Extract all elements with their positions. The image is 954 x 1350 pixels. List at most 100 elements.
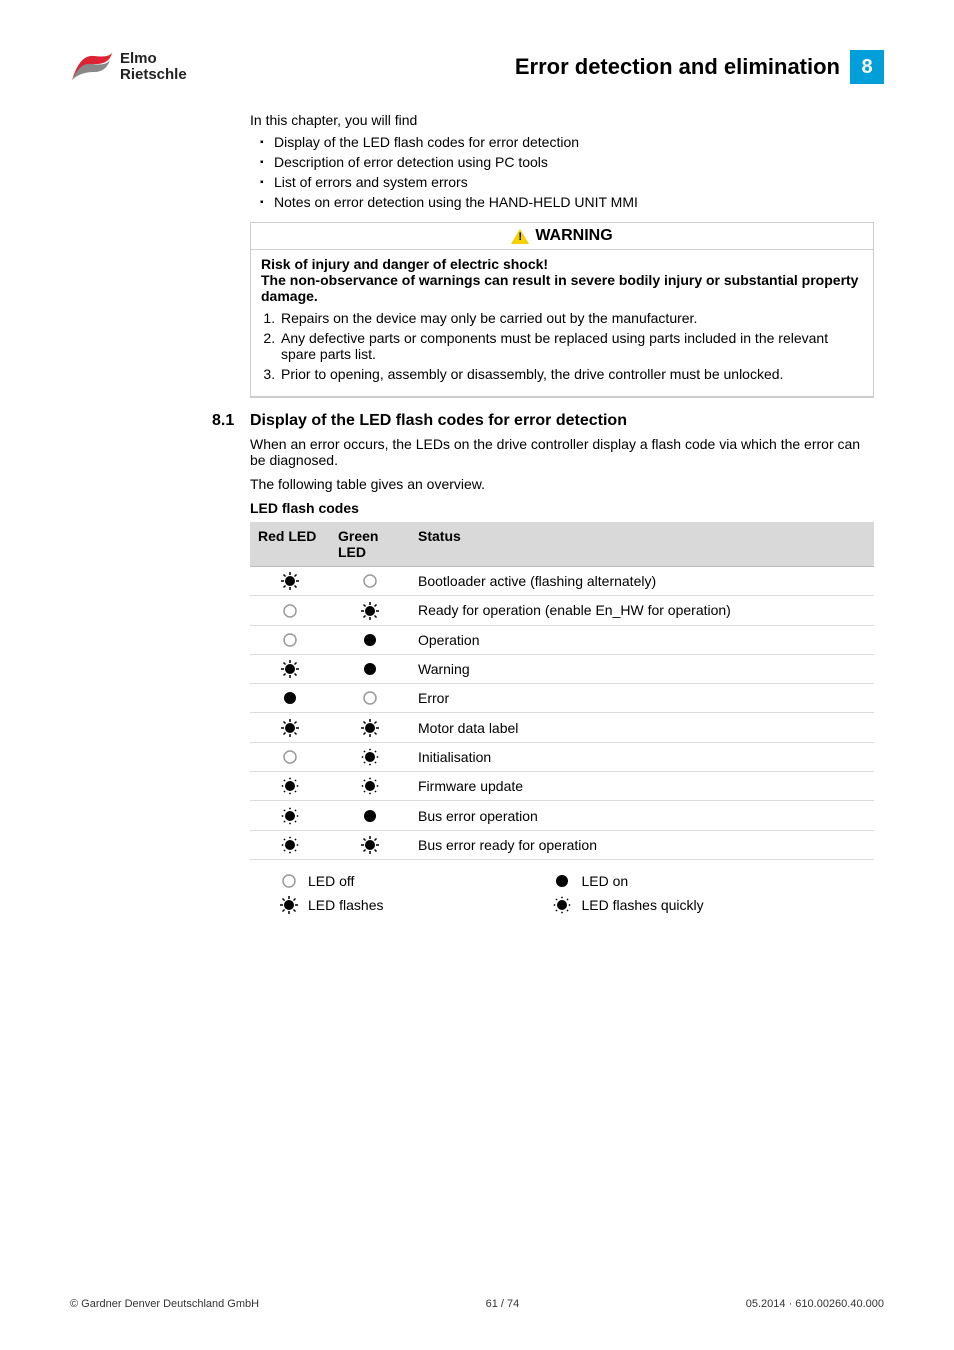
th-red: Red LED xyxy=(250,522,330,567)
led-off-icon xyxy=(361,572,379,590)
cell-red-led xyxy=(250,830,330,859)
bullet-item: Notes on error detection using the HAND-… xyxy=(260,194,874,210)
cell-status: Bus error ready for operation xyxy=(410,830,874,859)
legend-on: LED on xyxy=(553,872,703,890)
warning-box: WARNING Risk of injury and danger of ele… xyxy=(250,222,874,398)
table-caption: LED flash codes xyxy=(250,500,874,516)
warning-item: Any defective parts or components must b… xyxy=(279,330,863,362)
cell-status: Bootloader active (flashing alternately) xyxy=(410,567,874,596)
footer-right: 05.2014 · 610.00260.40.000 xyxy=(746,1298,884,1310)
cell-status: Ready for operation (enable En_HW for op… xyxy=(410,596,874,625)
th-green: GreenLED xyxy=(330,522,410,567)
page-header: Elmo Rietschle Error detection and elimi… xyxy=(70,50,884,84)
cell-red-led xyxy=(250,654,330,683)
led-flash-icon xyxy=(280,896,298,914)
cell-green-led xyxy=(330,567,410,596)
footer-left: © Gardner Denver Deutschland GmbH xyxy=(70,1298,259,1310)
bullet-item: Display of the LED flash codes for error… xyxy=(260,134,874,150)
led-off-icon xyxy=(361,689,379,707)
intro-bullets: Display of the LED flash codes for error… xyxy=(260,134,874,210)
cell-green-led xyxy=(330,596,410,625)
cell-status: Operation xyxy=(410,625,874,654)
cell-green-led xyxy=(330,742,410,771)
section-number: 8.1 xyxy=(212,412,242,430)
warning-header: WARNING xyxy=(251,223,873,250)
cell-green-led xyxy=(330,654,410,683)
led-off-icon xyxy=(281,631,299,649)
cell-green-led xyxy=(330,625,410,654)
led-on-icon xyxy=(361,807,379,825)
led-on-icon xyxy=(361,631,379,649)
warning-body: Risk of injury and danger of electric sh… xyxy=(251,250,873,397)
cell-red-led xyxy=(250,596,330,625)
cell-status: Warning xyxy=(410,654,874,683)
table-row: Bus error ready for operation xyxy=(250,830,874,859)
warning-item: Repairs on the device may only be carrie… xyxy=(279,310,863,326)
table-row: Bus error operation xyxy=(250,801,874,830)
chapter-title: Error detection and elimination 8 xyxy=(515,50,884,84)
led-off-icon xyxy=(281,602,299,620)
section-p2: The following table gives an overview. xyxy=(250,476,874,492)
led-flash-icon xyxy=(361,836,379,854)
warning-triangle-icon xyxy=(511,229,529,244)
footer: © Gardner Denver Deutschland GmbH 61 / 7… xyxy=(70,1298,884,1310)
led-quick-icon xyxy=(361,777,379,795)
led-quick-icon xyxy=(281,807,299,825)
cell-green-led xyxy=(330,772,410,801)
cell-green-led xyxy=(330,684,410,713)
cell-red-led xyxy=(250,625,330,654)
table-row: Firmware update xyxy=(250,772,874,801)
led-off-icon xyxy=(280,872,298,890)
logo: Elmo Rietschle xyxy=(70,50,187,84)
table-row: Operation xyxy=(250,625,874,654)
warning-risk-line1: Risk of injury and danger of electric sh… xyxy=(261,256,863,272)
cell-red-led xyxy=(250,713,330,742)
cell-red-led xyxy=(250,684,330,713)
led-flash-icon xyxy=(281,572,299,590)
section-heading: 8.1 Display of the LED flash codes for e… xyxy=(212,412,874,430)
led-flash-icon xyxy=(281,660,299,678)
section-title: Display of the LED flash codes for error… xyxy=(250,412,627,430)
led-flash-icon xyxy=(361,602,379,620)
cell-green-led xyxy=(330,830,410,859)
cell-status: Motor data label xyxy=(410,713,874,742)
cell-green-led xyxy=(330,801,410,830)
cell-red-led xyxy=(250,567,330,596)
table-row: Error xyxy=(250,684,874,713)
cell-status: Bus error operation xyxy=(410,801,874,830)
logo-line1: Elmo xyxy=(120,51,187,67)
cell-red-led xyxy=(250,801,330,830)
table-row: Ready for operation (enable En_HW for op… xyxy=(250,596,874,625)
led-on-icon xyxy=(281,689,299,707)
bullet-item: List of errors and system errors xyxy=(260,174,874,190)
intro-text: In this chapter, you will find xyxy=(250,112,874,128)
led-off-icon xyxy=(281,748,299,766)
legend-flash: LED flashes xyxy=(280,896,383,914)
cell-status: Error xyxy=(410,684,874,713)
led-on-icon xyxy=(361,660,379,678)
led-table: Red LED GreenLED Status Bootloader activ… xyxy=(250,522,874,860)
cell-status: Initialisation xyxy=(410,742,874,771)
bullet-item: Description of error detection using PC … xyxy=(260,154,874,170)
content: In this chapter, you will find Display o… xyxy=(250,112,874,914)
table-row: Initialisation xyxy=(250,742,874,771)
cell-red-led xyxy=(250,772,330,801)
led-quick-icon xyxy=(281,836,299,854)
legend-quick: LED flashes quickly xyxy=(553,896,703,914)
section-p1: When an error occurs, the LEDs on the dr… xyxy=(250,436,874,468)
chapter-title-text: Error detection and elimination xyxy=(515,54,840,80)
table-row: Motor data label xyxy=(250,713,874,742)
warning-risk-line2: The non-observance of warnings can resul… xyxy=(261,272,863,304)
cell-status: Firmware update xyxy=(410,772,874,801)
footer-center: 61 / 74 xyxy=(486,1298,520,1310)
led-flash-icon xyxy=(361,719,379,737)
cell-green-led xyxy=(330,713,410,742)
logo-text: Elmo Rietschle xyxy=(120,51,187,83)
led-quick-icon xyxy=(361,748,379,766)
warning-header-text: WARNING xyxy=(535,227,612,245)
chapter-number-badge: 8 xyxy=(850,50,884,84)
logo-mark-icon xyxy=(70,50,114,84)
cell-red-led xyxy=(250,742,330,771)
warning-list: Repairs on the device may only be carrie… xyxy=(279,310,863,382)
led-on-icon xyxy=(553,872,571,890)
